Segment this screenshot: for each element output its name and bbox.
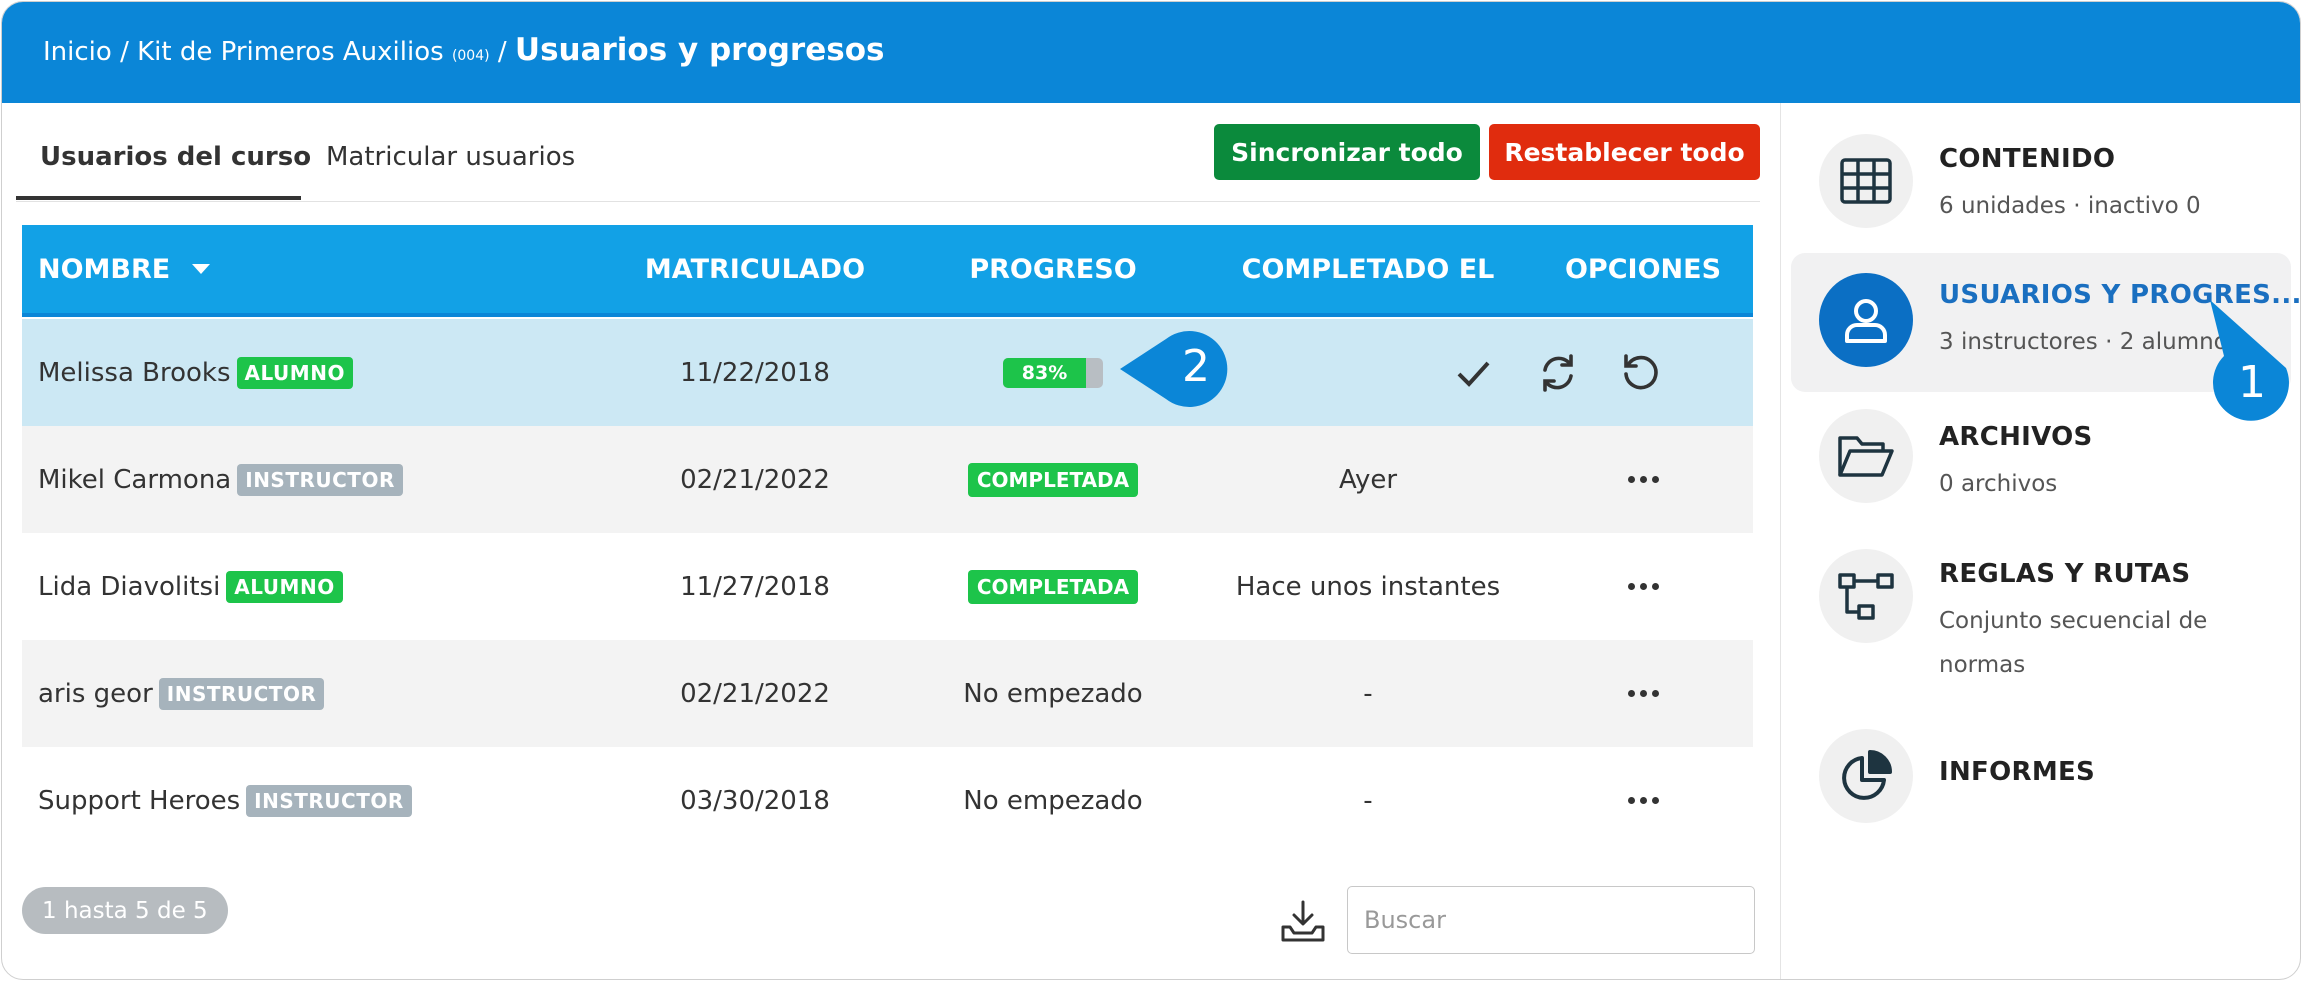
user-name[interactable]: Mikel Carmona: [38, 465, 231, 495]
user-name-cell: aris geor INSTRUCTOR: [38, 640, 325, 747]
progress-status: No empezado: [963, 678, 1143, 709]
top-bar: Inicio / Kit de Primeros Auxilios (004) …: [2, 2, 2300, 103]
user-name[interactable]: Lida Diavolitsi: [38, 572, 220, 602]
breadcrumb-separator: /: [120, 37, 129, 67]
breadcrumb: Inicio / Kit de Primeros Auxilios (004) …: [43, 32, 884, 68]
sidebar-item-subtitle: 6 unidades · inactivo 0: [1939, 193, 2201, 219]
sort-down-icon[interactable]: [192, 264, 211, 274]
sidebar-item-title: INFORMES: [1939, 757, 2096, 787]
progress-cell: COMPLETADA: [908, 533, 1198, 640]
reset-icon[interactable]: [1619, 319, 1661, 426]
completed-date: -: [1363, 678, 1373, 709]
sidebar-item-reports[interactable]: INFORMES: [1791, 721, 2291, 831]
callout-marker-1: 1: [2208, 298, 2294, 430]
role-badge: ALUMNO: [226, 570, 343, 603]
download-icon[interactable]: [1280, 899, 1326, 947]
callout-number: 1: [2238, 357, 2266, 408]
breadcrumb-course[interactable]: Kit de Primeros Auxilios: [137, 37, 444, 67]
table-row[interactable]: aris geor INSTRUCTOR 02/21/2022 No empez…: [22, 640, 1753, 747]
progress-status: No empezado: [963, 785, 1143, 816]
role-badge: ALUMNO: [236, 356, 353, 389]
enrolled-date: 02/21/2022: [680, 678, 830, 709]
reset-all-button[interactable]: Restablecer todo: [1489, 124, 1760, 180]
progress-percent: 83%: [1021, 361, 1068, 384]
progress-bar: 83%: [1003, 357, 1103, 388]
progress-cell: COMPLETADA: [908, 426, 1198, 533]
sidebar-item-subtitle: 3 instructores · 2 alumnos: [1939, 329, 2240, 355]
sidebar-item-title: ARCHIVOS: [1939, 422, 2093, 452]
user-icon: [1819, 273, 1913, 367]
column-header-completed[interactable]: COMPLETADO EL: [1218, 225, 1518, 313]
sidebar-item-content[interactable]: CONTENIDO 6 unidades · inactivo 0: [1791, 128, 2291, 258]
table-row[interactable]: Mikel Carmona INSTRUCTOR 02/21/2022 COMP…: [22, 426, 1753, 533]
mark-complete-icon[interactable]: [1454, 319, 1492, 426]
search-input[interactable]: [1347, 886, 1755, 954]
pagination-info: 1 hasta 5 de 5: [22, 887, 228, 934]
user-name-cell: Lida Diavolitsi ALUMNO: [38, 533, 343, 640]
completed-date: Ayer: [1338, 464, 1398, 495]
enrolled-date: 11/27/2018: [680, 571, 830, 602]
user-name-cell: Melissa Brooks ALUMNO: [38, 319, 353, 426]
more-options-icon[interactable]: [1538, 533, 1748, 640]
breadcrumb-separator: /: [497, 37, 507, 67]
role-badge: INSTRUCTOR: [237, 463, 403, 496]
column-header-options: OPCIONES: [1564, 253, 1722, 285]
tabs-divider: [16, 201, 1760, 202]
more-options-icon[interactable]: [1538, 426, 1748, 533]
column-header-name-label: NOMBRE: [38, 253, 171, 285]
app-window: Inicio / Kit de Primeros Auxilios (004) …: [1, 1, 2301, 980]
user-name-cell: Mikel Carmona INSTRUCTOR: [38, 426, 403, 533]
flow-icon: [1819, 549, 1913, 643]
more-options-icon[interactable]: [1538, 640, 1748, 747]
breadcrumb-course-code: (004): [451, 48, 490, 64]
sync-all-button[interactable]: Sincronizar todo: [1214, 124, 1480, 180]
tab-course-users[interactable]: Usuarios del curso: [40, 142, 311, 172]
role-badge: INSTRUCTOR: [158, 677, 325, 710]
enrolled-date: 02/21/2022: [680, 464, 830, 495]
table-row[interactable]: Melissa Brooks ALUMNO 11/22/2018 83%: [22, 319, 1753, 426]
sidebar-item-subtitle: 0 archivos: [1939, 471, 2058, 497]
sidebar-item-title: CONTENIDO: [1939, 144, 2116, 174]
more-options-icon[interactable]: [1538, 747, 1748, 854]
user-name[interactable]: Melissa Brooks: [38, 358, 231, 388]
callout-number: 2: [1182, 341, 1210, 392]
sidebar-item-subtitle: Conjunto secuencial de normas: [1939, 608, 2208, 678]
folder-icon: [1819, 409, 1913, 503]
column-header-name[interactable]: NOMBRE: [38, 225, 211, 313]
table-header: NOMBRE MATRICULADO PROGRESO COMPLETADO E…: [22, 225, 1753, 317]
role-badge: INSTRUCTOR: [246, 784, 412, 817]
completed-badge: COMPLETADA: [967, 569, 1139, 604]
table-row[interactable]: Support Heroes INSTRUCTOR 03/30/2018 No …: [22, 747, 1753, 854]
tab-enroll-users[interactable]: Matricular usuarios: [326, 142, 575, 172]
sidebar-item-rules-paths[interactable]: REGLAS Y RUTAS Conjunto secuencial de no…: [1791, 543, 2291, 703]
user-name[interactable]: Support Heroes: [38, 786, 240, 816]
user-name[interactable]: aris geor: [38, 679, 153, 709]
enrolled-date: 03/30/2018: [680, 785, 830, 816]
completed-date: Hace unos instantes: [1235, 571, 1501, 602]
column-header-progress[interactable]: PROGRESO: [908, 225, 1198, 313]
callout-marker-2: 2: [1120, 329, 1236, 413]
user-name-cell: Support Heroes INSTRUCTOR: [38, 747, 412, 854]
pie-chart-icon: [1819, 729, 1913, 823]
page-title: Usuarios y progresos: [514, 32, 885, 68]
completed-badge: COMPLETADA: [967, 462, 1139, 497]
table-row[interactable]: Lida Diavolitsi ALUMNO 11/27/2018 COMPLE…: [22, 533, 1753, 640]
sidebar-item-title: REGLAS Y RUTAS: [1939, 559, 2191, 589]
grid-icon: [1819, 134, 1913, 228]
column-header-enrolled[interactable]: MATRICULADO: [610, 225, 900, 313]
active-tab-indicator: [16, 196, 301, 200]
enrolled-date: 11/22/2018: [680, 357, 830, 388]
completed-date: -: [1363, 785, 1373, 816]
sync-icon[interactable]: [1537, 319, 1579, 426]
breadcrumb-home[interactable]: Inicio: [43, 37, 112, 67]
sidebar: CONTENIDO 6 unidades · inactivo 0 USUARI…: [1780, 103, 2300, 979]
